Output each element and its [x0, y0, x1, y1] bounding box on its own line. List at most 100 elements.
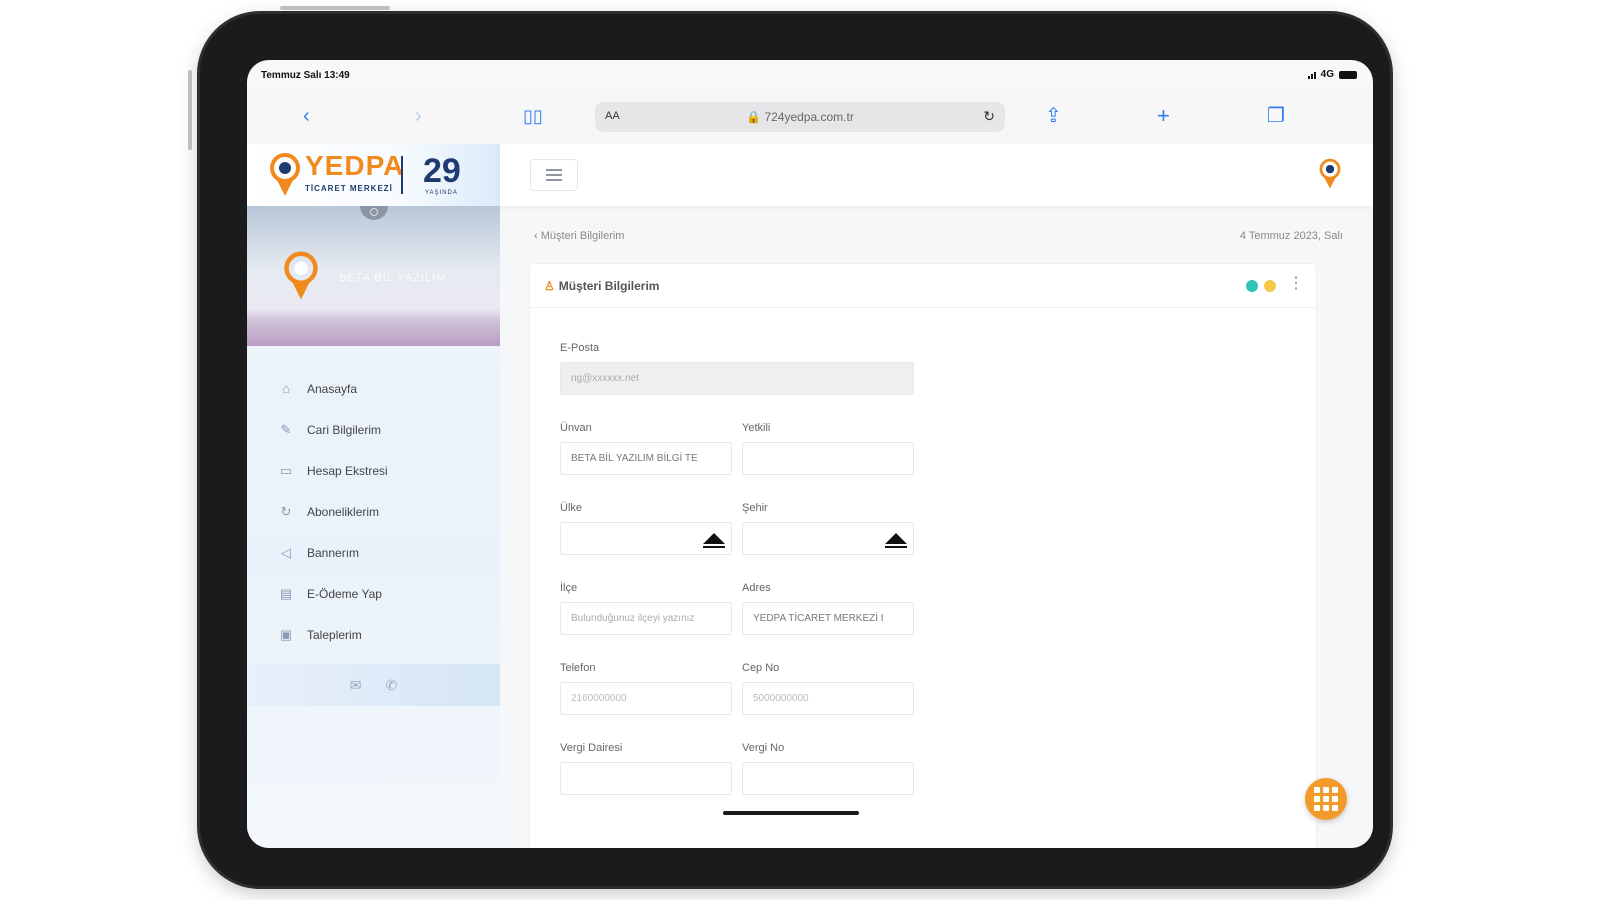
- profile-company: BETA BİL YAZILIM: [339, 272, 447, 284]
- card-icon: ▭: [279, 462, 293, 478]
- reload-icon[interactable]: ↻: [983, 108, 995, 125]
- sidebar-item-anasayfa[interactable]: ⌂ Anasayfa: [247, 368, 500, 409]
- card-header: ♙ Müşteri Bilgilerim ⋮: [530, 264, 1316, 308]
- cep-field[interactable]: 5000000000: [742, 682, 914, 715]
- url-value: 724yedpa.com.tr: [764, 110, 854, 124]
- breadcrumb-back-icon[interactable]: ‹: [534, 230, 538, 242]
- tabs-icon[interactable]: ❐: [1267, 106, 1285, 126]
- status-dot-teal[interactable]: [1246, 280, 1258, 292]
- yetkili-field[interactable]: [742, 442, 914, 475]
- menu-button[interactable]: [530, 159, 578, 191]
- url-text: 🔒 724yedpa.com.tr: [746, 110, 854, 124]
- sidebar-footer: ✉ ✆: [247, 664, 500, 706]
- adres-label: Adres: [742, 582, 771, 594]
- sidebar-item-e-odeme-yap[interactable]: ▤ E-Ödeme Yap: [247, 573, 500, 614]
- status-time: Temmuz Salı 13:49: [261, 70, 350, 81]
- brand-subtitle: TİCARET MERKEZİ: [305, 184, 393, 193]
- ilce-label: İlçe: [560, 582, 578, 594]
- brand-logo[interactable]: YEDPA TİCARET MERKEZİ 29 YAŞINDA: [247, 144, 500, 206]
- email-field[interactable]: ng@xxxxxx.net: [560, 362, 914, 395]
- email-label: E-Posta: [560, 342, 600, 354]
- anniversary-number: 29: [423, 152, 461, 190]
- unvan-field[interactable]: BETA BİL YAZILIM BİLGİ TE: [560, 442, 732, 475]
- volume-button: [188, 70, 192, 150]
- user-avatar-icon[interactable]: [1317, 158, 1343, 190]
- yetkili-label: Yetkili: [742, 422, 771, 434]
- home-indicator[interactable]: [723, 811, 859, 815]
- vergi-no-label: Vergi No: [742, 742, 785, 754]
- toggle-dot-icon: [370, 208, 378, 216]
- vergi-no-field[interactable]: [742, 762, 914, 795]
- refresh-icon: ↻: [280, 503, 292, 519]
- home-icon: ⌂: [282, 381, 290, 396]
- unvan-label: Ünvan: [560, 422, 592, 434]
- sidebar: YEDPA TİCARET MERKEZİ 29 YAŞINDA BETA Bİ…: [247, 144, 500, 848]
- more-options-icon[interactable]: ⋮: [1288, 276, 1304, 292]
- card-title: ♙ Müşteri Bilgilerim: [544, 279, 659, 293]
- mail-icon[interactable]: ✉: [350, 677, 362, 694]
- sidebar-item-label: Bannerım: [307, 545, 360, 560]
- card-status-dots: [1246, 280, 1276, 292]
- status-dot-yellow[interactable]: [1264, 280, 1276, 292]
- sehir-dropdown-base: [885, 546, 907, 548]
- ulke-dropdown-base: [703, 546, 725, 548]
- breadcrumb-label[interactable]: Müşteri Bilgilerim: [541, 230, 625, 242]
- apps-fab-button[interactable]: [1305, 778, 1347, 820]
- top-bar: [500, 144, 1373, 206]
- cep-label: Cep No: [742, 662, 780, 674]
- top-button: [280, 6, 390, 10]
- sidebar-item-taleplerim[interactable]: ▣ Taleplerim: [247, 614, 500, 655]
- forward-icon[interactable]: ›: [415, 106, 422, 126]
- current-date: 4 Temmuz 2023, Salı: [1239, 230, 1343, 242]
- sidebar-item-aboneliklerim[interactable]: ↻ Aboneliklerim: [247, 491, 500, 532]
- signal-icon: [1307, 71, 1316, 79]
- sidebar-item-label: Aboneliklerim: [307, 504, 380, 519]
- sidebar-item-bannerim[interactable]: ◁ Bannerım: [247, 532, 500, 573]
- vergi-dairesi-field[interactable]: [560, 762, 732, 795]
- sidebar-item-label: Hesap Ekstresi: [307, 463, 388, 478]
- anniversary-subtitle: YAŞINDA: [425, 190, 458, 196]
- sehir-label: Şehir: [742, 502, 768, 514]
- vergi-dairesi-label: Vergi Dairesi: [560, 742, 623, 754]
- megaphone-icon: ◁: [281, 544, 291, 560]
- brand-name: YEDPA: [305, 150, 405, 181]
- sidebar-item-cari-bilgilerim[interactable]: ✎ Cari Bilgilerim: [247, 409, 500, 450]
- pen-icon: ✎: [280, 421, 292, 437]
- browser-toolbar: ‹ › ▯▯ AA 🔒 724yedpa.com.tr ↻ ⇪ + ❐: [247, 86, 1373, 144]
- breadcrumb: ‹ Müşteri Bilgilerim 4 Temmuz 2023, Salı: [534, 230, 1343, 242]
- logo-divider: [401, 156, 403, 194]
- status-bar: Temmuz Salı 13:49 4G: [247, 60, 1373, 86]
- sidebar-menu: ⌂ Anasayfa ✎ Cari Bilgilerim ▭ Hesap Eks…: [247, 368, 500, 655]
- credit-card-icon: ▤: [279, 585, 293, 601]
- tablet-screen: Temmuz Salı 13:49 4G ‹ › ▯▯ AA 🔒 724yedp…: [247, 60, 1373, 848]
- adres-field[interactable]: YEDPA TİCARET MERKEZİ I: [742, 602, 914, 635]
- user-icon: ♙: [544, 279, 555, 293]
- status-right: 4G: [1307, 69, 1357, 80]
- ilce-field[interactable]: Bulunduğunuz ilçeyi yazınız: [560, 602, 732, 635]
- ulke-label: Ülke: [560, 502, 583, 514]
- sehir-select[interactable]: [742, 522, 914, 555]
- sehir-dropdown-icon: [885, 533, 907, 544]
- bookmarks-icon[interactable]: ▯▯: [523, 106, 543, 126]
- briefcase-icon: ▣: [279, 626, 293, 642]
- sidebar-item-label: E-Ödeme Yap: [307, 586, 382, 601]
- profile-panel: BETA BİL YAZILIM: [247, 206, 500, 346]
- address-bar[interactable]: AA 🔒 724yedpa.com.tr ↻: [595, 102, 1005, 132]
- sidebar-item-label: Cari Bilgilerim: [307, 422, 382, 437]
- sidebar-item-hesap-ekstresi[interactable]: ▭ Hesap Ekstresi: [247, 450, 500, 491]
- share-icon[interactable]: ⇪: [1045, 106, 1062, 126]
- ulke-dropdown-icon: [703, 533, 725, 544]
- customer-info-card: ♙ Müşteri Bilgilerim ⋮ E-Posta ng@xxxxxx.…: [530, 264, 1316, 848]
- network-label: 4G: [1320, 69, 1334, 80]
- profile-background: [247, 308, 500, 346]
- ulke-select[interactable]: [560, 522, 732, 555]
- back-icon[interactable]: ‹: [303, 106, 310, 126]
- telefon-label: Telefon: [560, 662, 596, 674]
- sidebar-item-label: Taleplerim: [307, 627, 362, 642]
- telefon-field[interactable]: 2160000000: [560, 682, 732, 715]
- battery-icon: [1339, 70, 1357, 79]
- card-title-text: Müşteri Bilgilerim: [558, 279, 660, 293]
- new-tab-icon[interactable]: +: [1157, 105, 1170, 127]
- profile-emblem-icon: [284, 251, 318, 300]
- phone-icon[interactable]: ✆: [386, 677, 398, 694]
